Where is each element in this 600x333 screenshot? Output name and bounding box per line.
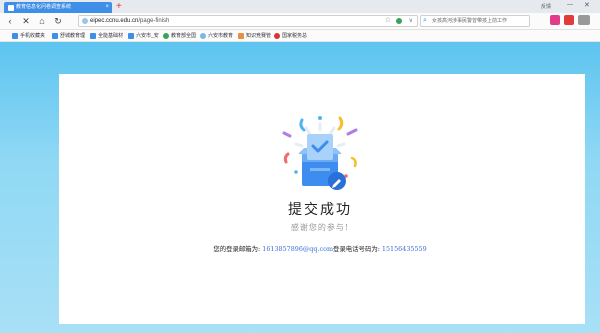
- thank-you-text: 感谢您的参与!: [290, 223, 350, 232]
- navigation-toolbar: ‹ ✕ ⌂ ↻ eipec.ccnu.edu.cn/page-finish ☆ …: [0, 13, 600, 30]
- search-icon: ⌕: [423, 17, 427, 24]
- menu-icon[interactable]: [578, 15, 590, 25]
- bookmark-icon: [163, 33, 169, 39]
- tab-active[interactable]: 教育信息化问卷调查系统 ×: [4, 2, 112, 13]
- address-bar[interactable]: eipec.ccnu.edu.cn/page-finish ☆ ∨: [78, 15, 418, 27]
- reload-icon[interactable]: ↻: [52, 15, 64, 27]
- pdf-icon[interactable]: [564, 15, 574, 25]
- login-info: 您的登录邮箱为: 1613857896@qq.com登录电话号码为: 15156…: [0, 244, 600, 253]
- extension-icon[interactable]: [396, 18, 402, 24]
- site-favicon-icon: [8, 4, 14, 11]
- search-input[interactable]: 女孩高河涉事民警曾带孩上前工作: [432, 16, 528, 26]
- back-icon[interactable]: ‹: [4, 15, 16, 27]
- stop-icon[interactable]: ✕: [20, 15, 32, 27]
- page-title: 提交成功: [288, 202, 352, 218]
- bookmark-icon: [128, 33, 134, 39]
- email-value: 1613857896@qq.com: [262, 245, 333, 253]
- bookmark-icon: [52, 33, 58, 39]
- search-box[interactable]: ⌕ 女孩高河涉事民警曾带孩上前工作: [420, 15, 530, 27]
- address-dropdown-icon[interactable]: ∨: [409, 16, 413, 26]
- bookmark-item[interactable]: 知识竞赛管: [238, 30, 271, 42]
- bookmarks-bar: 手机收藏夹 舒城教育理 全能基础材 六安市_安 教育部全国 六安市教育 知识竞赛…: [0, 30, 600, 42]
- tab-close-icon[interactable]: ×: [105, 2, 109, 13]
- bookmark-icon: [238, 33, 244, 39]
- bookmark-star-icon[interactable]: ☆: [385, 16, 391, 26]
- tab-title: 教育信息化问卷调查系统: [16, 4, 72, 10]
- success-illustration-icon: [282, 116, 358, 190]
- email-label: 您的登录邮箱为:: [213, 245, 263, 253]
- tax-icon: [274, 33, 280, 39]
- bookmark-item[interactable]: 舒城教育理: [52, 30, 85, 42]
- bookmark-item[interactable]: 六安市_安: [128, 30, 159, 42]
- url-text[interactable]: eipec.ccnu.edu.cn/page-finish: [90, 16, 169, 26]
- new-tab-button[interactable]: +: [116, 0, 122, 13]
- tab-strip: 教育信息化问卷调查系统 × + 反馈 — ✕: [0, 0, 600, 13]
- phone-label: 登录电话号码为:: [333, 245, 382, 253]
- window-close-icon[interactable]: ✕: [584, 1, 590, 9]
- phone-value: 15156435559: [381, 245, 427, 253]
- app-icon[interactable]: [550, 15, 560, 25]
- bookmark-icon: [12, 33, 18, 39]
- minimize-icon[interactable]: —: [567, 2, 573, 8]
- home-icon[interactable]: ⌂: [36, 15, 48, 27]
- cloud-icon: [200, 33, 206, 39]
- bookmark-icon: [90, 33, 96, 39]
- security-icon: [82, 18, 88, 24]
- bookmark-item[interactable]: 全能基础材: [90, 30, 123, 42]
- bookmark-item[interactable]: 国家税务总: [274, 30, 307, 42]
- bookmark-item[interactable]: 教育部全国: [163, 30, 196, 42]
- feedback-button[interactable]: 反馈: [541, 3, 551, 10]
- bookmark-item[interactable]: 手机收藏夹: [12, 30, 45, 42]
- bookmark-item[interactable]: 六安市教育: [200, 30, 233, 42]
